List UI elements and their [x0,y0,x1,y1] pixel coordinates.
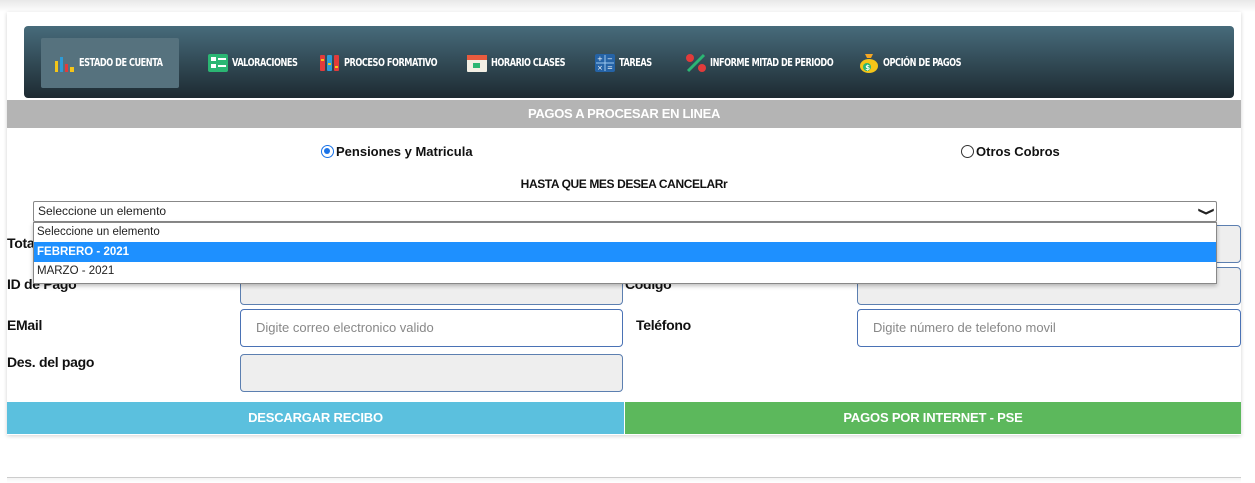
nav-label: PROCESO FORMATIVO [344,57,438,69]
month-dropdown-list: Seleccione un elemento FEBRERO - 2021 MA… [33,222,1217,284]
top-nav: ESTADO DE CUENTA VALORACIONES PROCESO FO… [24,26,1234,98]
descripcion-label: Des. del pago [7,354,95,370]
nav-item-estado-de-cuenta[interactable]: ESTADO DE CUENTA [41,38,179,88]
svg-text:=: = [607,64,613,72]
dropdown-option[interactable]: Seleccione un elemento [34,223,1216,242]
telefono-label: Teléfono [636,317,691,333]
nav-label: INFORME MITAD DE PERIODO [710,57,834,69]
nav-item-informe-mitad-de-periodo[interactable]: INFORME MITAD DE PERIODO [685,38,868,88]
nav-label: TAREAS [619,57,652,69]
total-label: Tota [7,235,35,251]
nav-item-proceso-formativo[interactable]: PROCESO FORMATIVO [319,38,463,88]
radio-unchecked-icon[interactable] [961,145,974,158]
email-label: EMail [7,317,43,333]
pagos-pse-button[interactable]: PAGOS POR INTERNET - PSE [625,402,1241,434]
descripcion-field[interactable] [240,354,623,392]
svg-text:−: − [607,55,613,63]
radio-pensiones[interactable]: Pensiones y Matricula [321,144,473,159]
nav-item-opcion-de-pagos[interactable]: $ OPCIÓN DE PAGOS [858,38,983,88]
next-card-edge [7,477,1241,483]
radio-otros-label: Otros Cobros [976,144,1060,159]
telefono-field[interactable]: Digite número de telefono movil [857,309,1241,347]
radio-otros-cobros[interactable]: Otros Cobros [961,144,1060,159]
svg-text:+: + [597,55,603,63]
nav-item-valoraciones[interactable]: VALORACIONES [207,38,316,88]
month-select[interactable]: Seleccione un elemento ❯ [33,201,1217,222]
month-question: HASTA QUE MES DESEA CANCELARr [520,177,728,191]
svg-text:$: $ [865,64,870,72]
money-bag-icon: $ [858,53,880,73]
radio-checked-icon[interactable] [321,145,334,158]
email-field[interactable]: Digite correo electronico valido [240,309,623,347]
nav-label: OPCIÓN DE PAGOS [883,57,962,69]
nav-label: HORARIO CLASES [491,57,566,69]
payment-card: ESTADO DE CUENTA VALORACIONES PROCESO FO… [7,12,1241,435]
bar-chart-icon [54,53,76,73]
checklist-icon [207,53,229,73]
dropdown-option-selected[interactable]: FEBRERO - 2021 [34,242,1216,262]
dropdown-option[interactable]: MARZO - 2021 [34,262,1216,281]
svg-text:×: × [597,64,603,72]
calendar-icon [466,53,488,73]
columns-icon [319,53,341,73]
nav-item-horario-clases[interactable]: HORARIO CLASES [466,38,586,88]
percent-icon [685,53,707,73]
nav-label: VALORACIONES [232,57,298,69]
page-top-shadow [0,0,1255,12]
nav-label: ESTADO DE CUENTA [79,57,163,69]
section-title: PAGOS A PROCESAR EN LINEA [7,100,1241,128]
descargar-recibo-button[interactable]: DESCARGAR RECIBO [7,402,624,434]
chevron-down-icon[interactable]: ❯ [1192,207,1219,216]
calculator-icon: + − × = [594,53,616,73]
nav-item-tareas[interactable]: + − × = TAREAS [594,38,661,88]
radio-pensiones-label: Pensiones y Matricula [336,144,473,159]
month-select-value: Seleccione un elemento [38,204,167,218]
